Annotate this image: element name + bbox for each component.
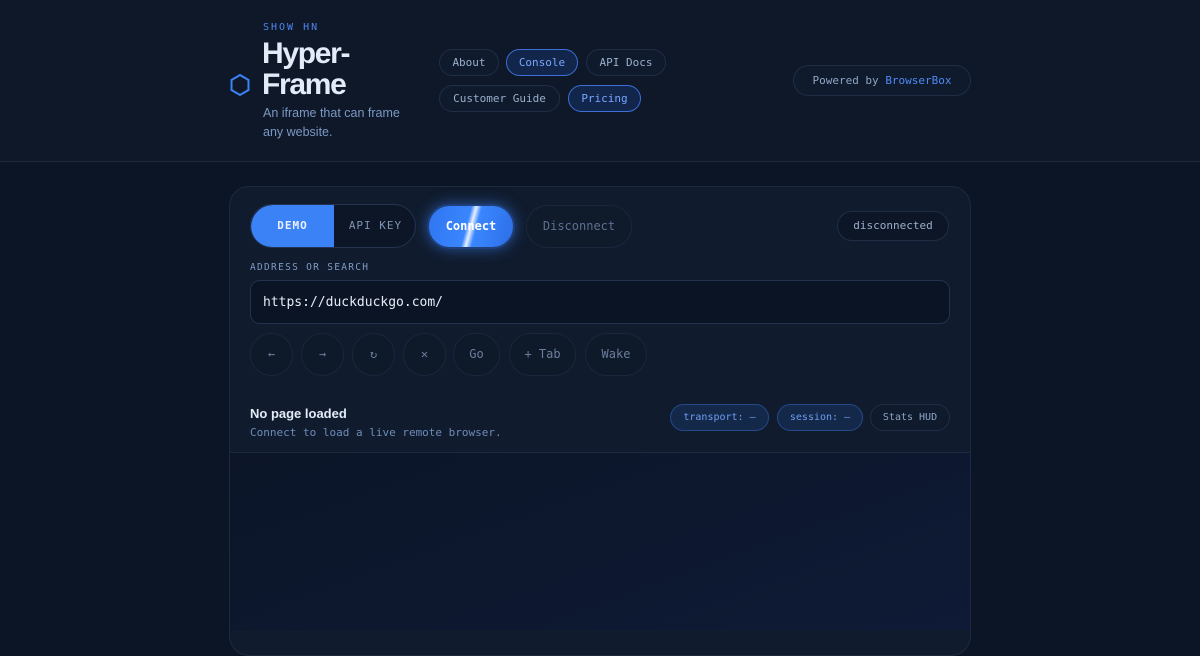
powered-prefix: Powered by [812, 74, 879, 87]
page-status-subtitle: Connect to load a live remote browser. [250, 426, 502, 439]
new-tab-button[interactable]: + Tab [509, 333, 576, 376]
session-badge: session: — [777, 404, 863, 431]
transport-badge: transport: — [670, 404, 769, 431]
connection-status-badge: disconnected [837, 211, 949, 241]
eyebrow-label: SHOW HN [263, 22, 320, 33]
reload-button[interactable]: ↻ [352, 333, 395, 376]
connect-button[interactable]: Connect [427, 204, 515, 249]
mode-toggle: DEMO API KEY [250, 204, 416, 248]
page-title: Hyper-Frame [262, 37, 351, 101]
arrow-right-icon: → [318, 347, 327, 361]
reload-icon: ↻ [369, 347, 378, 361]
disconnect-button[interactable]: Disconnect [526, 205, 632, 248]
go-button[interactable]: Go [453, 333, 500, 376]
nav-pricing[interactable]: Pricing [568, 85, 641, 112]
forward-button[interactable]: → [301, 333, 344, 376]
nav-about[interactable]: About [439, 49, 499, 76]
address-label: ADDRESS OR SEARCH [250, 262, 370, 273]
browser-viewport[interactable] [230, 453, 970, 630]
back-button[interactable]: ← [250, 333, 293, 376]
wake-button[interactable]: Wake [585, 333, 647, 376]
stop-button[interactable]: ✕ [403, 333, 446, 376]
nav-api-docs[interactable]: API Docs [586, 49, 666, 76]
mode-api-key-button[interactable]: API KEY [334, 205, 415, 247]
powered-brand[interactable]: BrowserBox [885, 74, 951, 87]
powered-by-link[interactable]: Powered by BrowserBox [793, 65, 971, 96]
nav-customer-guide[interactable]: Customer Guide [439, 85, 560, 112]
hexagon-icon [230, 73, 250, 97]
page-status-title: No page loaded [250, 406, 347, 421]
mode-demo-button[interactable]: DEMO [251, 205, 334, 247]
arrow-left-icon: ← [267, 347, 276, 361]
tagline: An iframe that can frame any website. [263, 106, 400, 139]
address-input[interactable] [250, 280, 950, 324]
stats-hud-button[interactable]: Stats HUD [870, 404, 950, 431]
nav-console[interactable]: Console [506, 49, 578, 76]
site-header: SHOW HN Hyper-Frame An iframe that can f… [0, 0, 1200, 162]
close-icon: ✕ [420, 347, 429, 361]
